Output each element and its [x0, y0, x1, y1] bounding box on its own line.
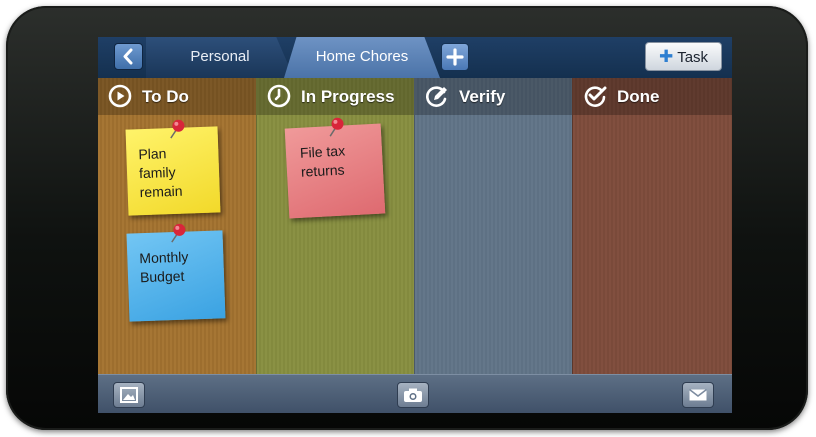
pushpin-icon: [329, 117, 344, 137]
pushpin-icon: [171, 223, 186, 243]
plus-icon: [446, 48, 464, 66]
sticky-note-plan-family[interactable]: Plan family remain: [125, 119, 221, 216]
check-circle-icon: [584, 86, 607, 107]
column-title: In Progress: [301, 87, 395, 106]
add-tab-button[interactable]: [441, 43, 469, 71]
column-title: Verify: [459, 87, 506, 106]
sticky-note-file-tax-returns[interactable]: File tax returns: [284, 117, 386, 219]
plus-icon: ✚: [658, 47, 674, 66]
column-to-do: To Do Plan family remain Monthly Budget: [98, 78, 256, 374]
top-bar: Personal Home Chores ✚ Task: [98, 37, 732, 78]
column-header-to-do[interactable]: To Do: [98, 78, 256, 115]
play-circle-icon: [108, 84, 132, 108]
note-text: Monthly Budget: [139, 248, 189, 286]
tab-home-chores-label: Home Chores: [315, 48, 409, 65]
camera-button[interactable]: [397, 382, 429, 408]
back-button[interactable]: [114, 43, 143, 70]
chevron-left-icon: [123, 48, 133, 65]
bottom-toolbar: [98, 374, 732, 413]
column-done: Done: [572, 78, 732, 374]
column-title: Done: [617, 87, 660, 106]
column-header-in-progress[interactable]: In Progress: [257, 78, 415, 115]
sticky-note-monthly-budget[interactable]: Monthly Budget: [126, 223, 226, 322]
tab-personal-label: Personal: [190, 48, 250, 65]
column-header-verify[interactable]: Verify: [415, 78, 573, 115]
add-task-label: Task: [677, 49, 709, 66]
column-title: To Do: [142, 87, 189, 106]
pushpin-icon: [170, 119, 185, 139]
column-in-progress: In Progress File tax returns: [256, 78, 415, 374]
camera-icon: [404, 388, 422, 402]
photo-icon: [120, 387, 138, 403]
note-text: File tax returns: [299, 142, 346, 180]
kanban-board: To Do Plan family remain Monthly Budget: [98, 78, 732, 374]
note-text: Plan family remain: [138, 145, 183, 201]
app-screen: Personal Home Chores ✚ Task To Do Plan f…: [98, 37, 732, 413]
mail-button[interactable]: [682, 382, 714, 408]
column-verify: Verify: [414, 78, 573, 374]
column-header-done[interactable]: Done: [573, 78, 732, 115]
pencil-circle-icon: [426, 86, 447, 107]
tab-personal[interactable]: Personal: [146, 37, 294, 78]
photo-button[interactable]: [113, 382, 145, 408]
mail-icon: [689, 388, 707, 401]
add-task-button[interactable]: ✚ Task: [645, 42, 722, 71]
tab-home-chores[interactable]: Home Chores: [284, 37, 440, 78]
clock-icon: [267, 84, 291, 108]
